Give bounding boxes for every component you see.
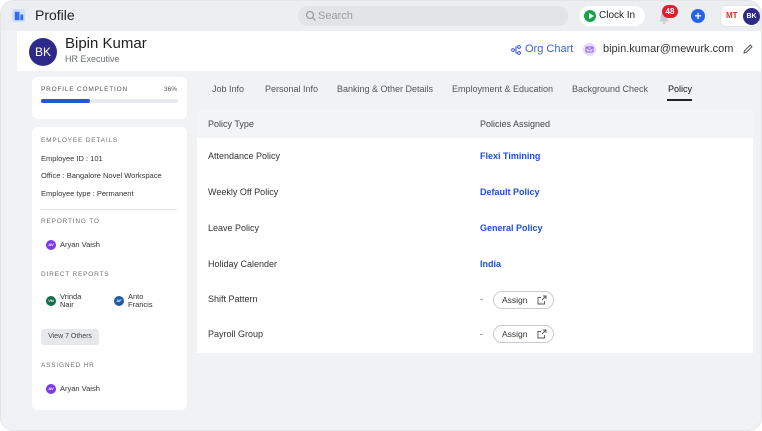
building-icon[interactable]	[11, 8, 26, 23]
top-bar: Profile Clock In 48 + MT BK	[1, 1, 761, 31]
profile-completion-card: PROFILE COMPLETION 36%	[32, 77, 187, 119]
assigned-hr-title: ASSIGNED HR	[41, 362, 95, 369]
policy-assigned-link[interactable]: General Policy	[480, 223, 543, 233]
tab-personal-info[interactable]: Personal Info	[265, 84, 318, 94]
policy-type-cell: Weekly Off Policy	[208, 187, 279, 197]
tab-job-info[interactable]: Job Info	[212, 84, 244, 94]
table-header: Policy Type Policies Assigned	[197, 110, 753, 138]
page-title: Profile	[35, 7, 75, 23]
org-chart-label: Org Chart	[525, 43, 574, 55]
search-icon	[305, 10, 316, 21]
notification-badge: 48	[662, 5, 678, 18]
policy-table: Policy Type Policies Assigned Attendance…	[197, 110, 753, 353]
employee-name: Bipin Kumar	[65, 35, 147, 52]
avatar: AF	[114, 296, 124, 306]
employee-type: Employee type : Permanent	[41, 189, 134, 198]
external-link-icon	[537, 329, 547, 339]
search-bar[interactable]	[298, 6, 568, 26]
policy-type-cell: Leave Policy	[208, 223, 260, 233]
external-link-icon	[537, 295, 547, 305]
assign-button[interactable]: Assign	[493, 325, 554, 343]
view-others-button[interactable]: View 7 Others	[41, 329, 99, 345]
tab-policy[interactable]: Policy	[668, 84, 692, 94]
employee-details-title: EMPLOYEE DETAILS	[41, 137, 118, 144]
policy-unassigned-dash: -	[480, 294, 483, 304]
column-header-policy-type: Policy Type	[208, 119, 254, 129]
direct-report-last-name: Nair	[60, 300, 74, 309]
add-button[interactable]: +	[691, 9, 705, 23]
play-icon	[584, 10, 596, 22]
profile-completion-bar	[41, 99, 178, 103]
assign-label: Assign	[502, 295, 528, 305]
column-header-policies-assigned: Policies Assigned	[480, 119, 551, 129]
policy-assigned-link[interactable]: India	[480, 259, 501, 269]
policy-unassigned-dash: -	[480, 329, 483, 339]
clock-in-label: Clock In	[599, 10, 636, 21]
org-chart-link[interactable]: Org Chart	[511, 43, 573, 55]
policy-type-cell: Payroll Group	[208, 329, 264, 339]
clock-in-button[interactable]: Clock In	[579, 6, 645, 26]
assigned-hr-name[interactable]: Aryan Vaish	[60, 385, 100, 393]
avatar: AV	[46, 240, 56, 250]
user-menu[interactable]: MT BK	[720, 5, 760, 27]
direct-report-name[interactable]: Anto Francis	[128, 293, 153, 309]
policy-assigned-link[interactable]: Flexi Timining	[480, 151, 540, 161]
avatar: AV	[46, 384, 56, 394]
reporting-to-name[interactable]: Aryan Vaish	[60, 241, 100, 249]
active-tab-indicator	[667, 99, 692, 101]
divider	[41, 209, 177, 210]
workspace-initials: MT	[726, 11, 738, 20]
assign-label: Assign	[502, 329, 528, 339]
policy-type-cell: Shift Pattern	[208, 294, 258, 304]
policy-assigned-link[interactable]: Default Policy	[480, 187, 540, 197]
assign-button[interactable]: Assign	[493, 291, 554, 309]
avatar: BK	[743, 8, 760, 25]
mail-icon	[583, 43, 596, 56]
avatar: VN	[46, 296, 56, 306]
search-input[interactable]	[318, 8, 558, 24]
employee-role: HR Executive	[65, 54, 120, 64]
employee-details-card: EMPLOYEE DETAILS Employee ID : 101 Offic…	[32, 127, 187, 410]
profile-avatar: BK	[29, 38, 57, 66]
policy-type-cell: Holiday Calender	[208, 259, 278, 269]
reporting-to-title: REPORTING TO	[41, 218, 100, 225]
profile-completion-label: PROFILE COMPLETION	[41, 86, 128, 93]
employee-id: Employee ID : 101	[41, 154, 103, 163]
profile-completion-bar-fill	[41, 99, 91, 103]
policy-type-cell: Attendance Policy	[208, 151, 281, 161]
edit-icon[interactable]	[742, 43, 754, 55]
direct-report-name[interactable]: Vrinda Nair	[60, 293, 81, 309]
employee-email[interactable]: bipin.kumar@mewurk.com	[603, 43, 733, 55]
tab-background-check[interactable]: Background Check	[572, 84, 648, 94]
profile-header: BK Bipin Kumar HR Executive Org Chart bi…	[17, 31, 761, 71]
tab-employment-education[interactable]: Employment & Education	[452, 84, 553, 94]
direct-report-last-name: Francis	[128, 300, 153, 309]
tab-banking-other-details[interactable]: Banking & Other Details	[337, 84, 433, 94]
profile-completion-percent: 36%	[163, 86, 177, 93]
app-window: Profile Clock In 48 + MT BK BK Bipin Kum…	[0, 0, 762, 431]
plus-icon: +	[694, 9, 702, 23]
direct-reports-title: DIRECT REPORTS	[41, 271, 110, 278]
employee-office: Office : Bangalore Novel Workspace	[41, 171, 162, 180]
